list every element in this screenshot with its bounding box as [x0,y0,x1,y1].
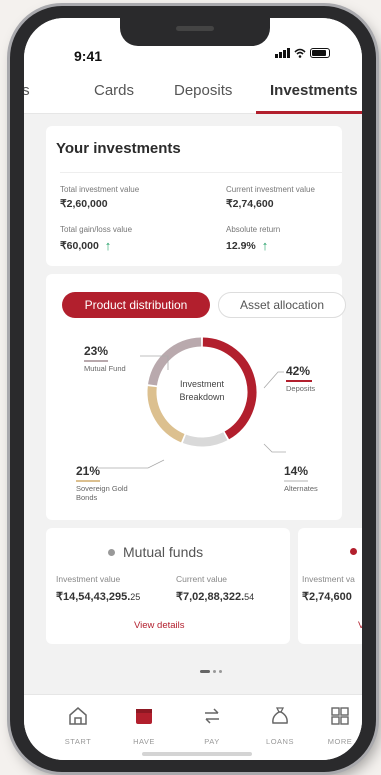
status-time: 9:41 [74,48,103,64]
wifi-icon [294,48,306,58]
status-icons [275,48,330,58]
total-investment-label: Total investment value [60,185,140,194]
money-bag-icon [272,707,288,724]
notch [120,18,270,46]
donut-segment [182,432,228,447]
legend-mutual-fund-underline [84,360,108,362]
home-icon [69,707,87,725]
legend-alternates-label: Alternates [284,484,318,493]
legend-sgb-underline [76,480,100,482]
mf-investment-amount: ₹14,54,43,295. [56,591,131,603]
pager-dot-active [200,670,210,673]
pager-dot [219,670,222,673]
arrow-up-icon: ↑ [104,238,112,253]
phone-frame: 9:41 ts Cards Deposits Investments [10,6,376,772]
tab-cards[interactable]: Cards [94,82,134,99]
next-investment-amount: ₹2,74,600 [302,591,352,603]
grid-icon [331,707,349,725]
legend-deposits-label: Deposits [286,384,316,393]
legend-mutual-fund-label: Mutual Fund [84,364,126,373]
speaker [176,26,214,31]
mf-current-label: Current value [176,574,228,584]
legend-alternates-percent: 14% [284,464,309,478]
nav-have-label: HAVE [133,737,155,746]
tab-partial[interactable]: ts [24,82,30,99]
total-investment-value: ₹2,60,000 [60,198,108,210]
gain-loss-label: Total gain/loss value [60,225,133,234]
next-investment-label: Investment va [302,574,355,584]
nav-pay-label: PAY [204,737,220,746]
mf-investment-value: Investment value ₹14,54,43,295.25 [56,574,140,603]
next-view-details-link[interactable]: Vi [358,620,362,631]
nav-have[interactable]: HAVE [120,705,168,746]
current-investment-value: ₹2,74,600 [226,198,274,210]
next-investment-value: Investment va ₹2,74,600 [302,574,355,603]
nav-start-label: START [64,737,92,746]
next-product-card[interactable]: Investment va ₹2,74,600 Vi [298,528,362,644]
home-indicator [142,752,252,756]
nav-loans[interactable]: LOANS [256,705,304,746]
legend-mutual-fund-percent: 23% [84,344,109,358]
nav-more-label: MORE [327,737,353,746]
mf-investment-decimals: 25 [130,592,141,602]
mutual-funds-card[interactable]: Mutual funds Investment value ₹14,54,43,… [46,528,290,644]
mutual-funds-title: Mutual funds [108,544,203,560]
investment-stats: Total investment value ₹2,60,000 Current… [60,172,342,264]
mutual-funds-dot [108,548,115,556]
mutual-funds-title-text: Mutual funds [123,544,204,560]
total-investment: Total investment value ₹2,60,000 [60,185,139,210]
battery-icon [310,48,330,58]
nav-start[interactable]: START [54,705,102,746]
tab-bar: ts Cards Deposits Investments [24,68,362,114]
pager-dot [213,670,216,673]
carousel-pager [200,670,222,673]
nav-more[interactable]: MORE [316,705,362,746]
tab-investments[interactable]: Investments [270,82,358,99]
legend-sgb-label: Sovereign Gold Bonds [76,484,128,502]
section-title: Your investments [56,140,181,157]
donut-center-label: Investment Breakdown [142,378,262,404]
tab-deposits[interactable]: Deposits [174,82,232,99]
absolute-return: Absolute return 12.9% ↑ [226,225,280,253]
legend-deposits-underline [286,380,312,382]
absolute-return-label: Absolute return [226,225,281,234]
donut-center-line2: Breakdown [179,392,225,402]
mf-current-decimals: 54 [244,592,255,602]
donut-center-line1: Investment [179,379,225,389]
app-screen: 9:41 ts Cards Deposits Investments [24,18,362,760]
main-content: Your investments Total investment value … [24,114,362,694]
absolute-return-value: 12.9% [226,239,256,252]
gain-loss-value: ₹60,000 [60,239,99,252]
product-distribution-toggle[interactable]: Product distribution [62,292,210,318]
mf-current-amount: ₹7,02,88,322. [176,591,245,603]
arrow-up-icon: ↑ [261,238,269,253]
distribution-card: Product distribution Asset allocation In… [46,274,346,520]
mf-view-details-link[interactable]: View details [134,620,185,631]
legend-deposits-percent: 42% [286,364,311,378]
mf-current-value: Current value ₹7,02,88,322.54 [176,574,254,603]
investments-summary-card: Your investments Total investment value … [46,126,342,266]
nav-loans-label: LOANS [266,737,294,746]
current-investment-label: Current investment value [226,185,315,194]
asset-allocation-toggle[interactable]: Asset allocation [218,292,346,318]
nav-pay[interactable]: PAY [188,705,236,746]
legend-alternates-underline [284,480,308,482]
next-product-dot [350,548,357,555]
signal-icon [275,48,290,58]
wallet-icon [136,709,152,724]
mf-investment-label: Investment value [56,574,121,584]
transfer-icon [205,708,219,724]
legend-sgb-percent: 21% [76,464,101,478]
bottom-navigation: START HAVE PAY LOANS MORE [24,694,362,760]
gain-loss: Total gain/loss value ₹60,000 ↑ [60,225,132,253]
current-investment: Current investment value ₹2,74,600 [226,185,315,210]
